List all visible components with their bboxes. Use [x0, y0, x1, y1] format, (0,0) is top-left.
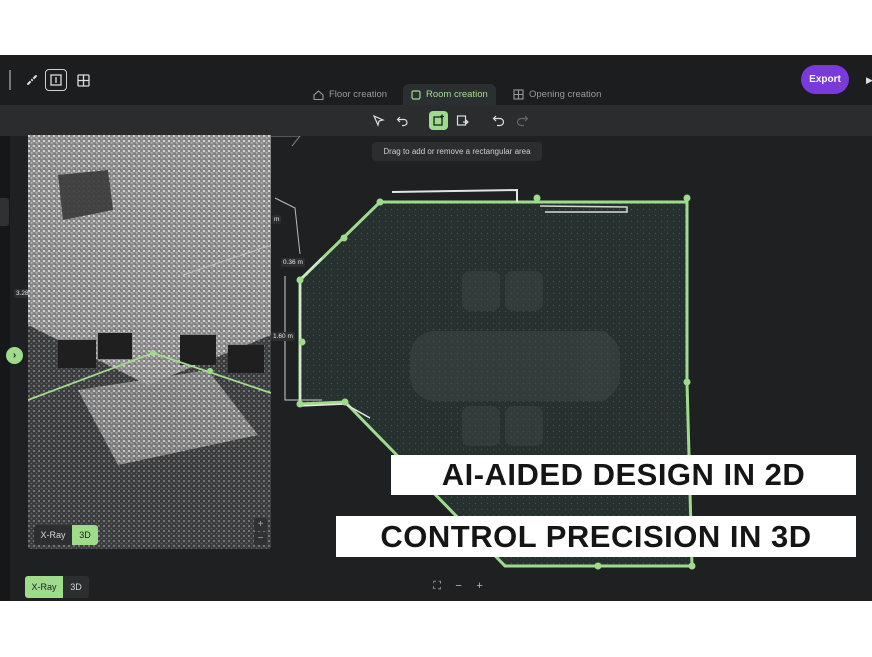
chevron-right-icon[interactable]: ›: [6, 347, 23, 364]
add-rect-area-icon[interactable]: [429, 111, 448, 130]
measurement-label: 0.36 m: [281, 258, 305, 267]
caption-line-1: AI-AIDED DESIGN IN 2D: [391, 455, 856, 495]
pointer-icon[interactable]: [369, 111, 388, 130]
zoom-out-3d-button[interactable]: −: [254, 532, 267, 545]
point-cloud-render: [28, 135, 271, 549]
tab-floor-creation[interactable]: Floor creation: [313, 84, 387, 105]
3d-toggle[interactable]: 3D: [63, 576, 89, 598]
grid-icon[interactable]: [72, 69, 94, 91]
ruler-icon[interactable]: [21, 69, 43, 91]
app-window: Export ▶ Floor creation Room creation Op…: [0, 55, 872, 601]
tab-label: Opening creation: [529, 89, 602, 100]
3d-preview-panel[interactable]: + − X-Ray 3D: [28, 135, 271, 549]
top-bar: Export ▶ Floor creation Room creation Op…: [0, 55, 872, 105]
tab-label: Room creation: [426, 89, 488, 100]
tab-label: Floor creation: [329, 89, 388, 100]
xray-toggle[interactable]: X-Ray: [34, 525, 72, 545]
main-view-toggle[interactable]: X-Ray 3D: [25, 576, 89, 598]
undo-arrow-icon[interactable]: [393, 111, 412, 130]
undo-icon[interactable]: [489, 111, 508, 130]
redo-icon[interactable]: [513, 111, 532, 130]
xray-toggle[interactable]: X-Ray: [25, 576, 63, 598]
measurement-label: 1.60 m: [271, 332, 295, 341]
room-icon: [411, 89, 421, 100]
remove-area-icon[interactable]: [453, 111, 472, 130]
zoom-in-3d-button[interactable]: +: [254, 518, 267, 531]
divider: [9, 70, 11, 90]
left-rail: [0, 136, 10, 601]
zoom-controls: ⛶ − +: [426, 576, 490, 596]
3d-toggle[interactable]: 3D: [72, 525, 98, 545]
export-button[interactable]: Export: [801, 65, 849, 94]
zoom-out-button[interactable]: −: [455, 580, 461, 592]
tools-toolbar: [0, 105, 872, 136]
zoom-in-button[interactable]: +: [476, 580, 482, 592]
tooltip: Drag to add or remove a rectangular area: [372, 142, 542, 161]
fit-view-icon[interactable]: ⛶: [433, 580, 441, 593]
caption-line-2: CONTROL PRECISION IN 3D: [336, 516, 856, 557]
collapse-handle[interactable]: [0, 198, 9, 226]
tab-opening-creation[interactable]: Opening creation: [513, 84, 601, 105]
room-select-icon[interactable]: [45, 69, 67, 91]
3d-view-toggle[interactable]: X-Ray 3D: [34, 525, 98, 545]
window-icon: [513, 89, 524, 100]
home-icon: [313, 89, 324, 100]
more-icon[interactable]: ▶: [866, 75, 872, 86]
measurement-label: m: [272, 215, 282, 224]
tab-room-creation[interactable]: Room creation: [403, 84, 496, 105]
